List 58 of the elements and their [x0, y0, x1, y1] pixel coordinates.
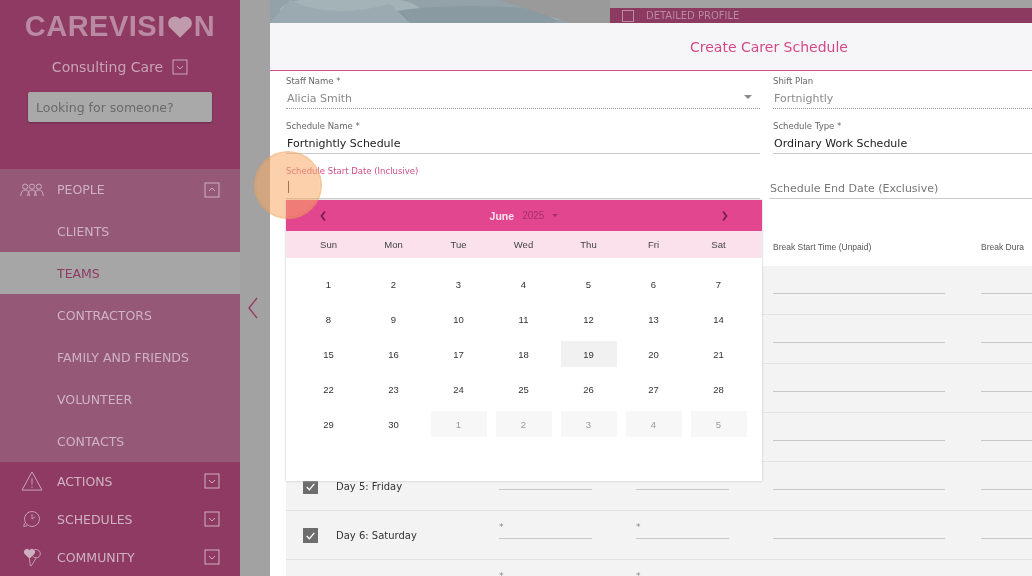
weekday-label: Thu: [580, 239, 597, 250]
weekday-label: Tue: [450, 239, 467, 250]
calendar-day[interactable]: 2: [365, 271, 422, 297]
calendar-day[interactable]: 6: [625, 271, 682, 297]
field-label: Staff Name *: [286, 76, 342, 87]
calendar-day[interactable]: 14: [690, 306, 747, 332]
calendar-day[interactable]: 16: [365, 341, 422, 367]
nav-section[interactable]: ACTIONS: [57, 473, 113, 489]
weekday-label: Mon: [384, 239, 403, 250]
day-label: Day 6: Saturday: [336, 529, 417, 541]
calendar-day[interactable]: 15: [300, 341, 357, 367]
calendar-day[interactable]: 17: [430, 341, 487, 367]
calendar-day[interactable]: 5: [560, 271, 617, 297]
field-label: Shift Plan: [773, 76, 815, 87]
calendar-day[interactable]: 8: [300, 306, 357, 332]
field-label: Schedule Name *: [286, 121, 361, 132]
calendar-day[interactable]: 28: [690, 376, 747, 402]
column-header: Break Start Time (Unpaid): [773, 242, 873, 252]
calendar-day[interactable]: 11: [495, 306, 552, 332]
weekday-label: Fri: [647, 239, 660, 250]
calendar-day[interactable]: 29: [300, 411, 357, 437]
day-label: Day 5: Friday: [336, 480, 403, 492]
text-field[interactable]: Ordinary Work Schedule: [773, 135, 1032, 154]
calendar-day[interactable]: 4: [495, 271, 552, 297]
logo: CAREVISI N: [24, 10, 216, 43]
nav-section[interactable]: SCHEDULES: [57, 511, 133, 527]
required-mark: *: [499, 571, 504, 576]
weekday-label: Wed: [513, 239, 534, 250]
column-header: Break Dura: [981, 242, 1025, 252]
calendar-day[interactable]: 21: [690, 341, 747, 367]
required-mark: *: [636, 522, 641, 532]
calendar-day[interactable]: 10: [430, 306, 487, 332]
required-mark: *: [636, 571, 641, 576]
calendar-day[interactable]: 13: [625, 306, 682, 332]
calendar-day[interactable]: 7: [690, 271, 747, 297]
field-label: Schedule Type *: [773, 121, 843, 132]
calendar-day[interactable]: 24: [430, 376, 487, 402]
calendar-day[interactable]: 26: [560, 376, 617, 402]
calendar-day[interactable]: 23: [365, 376, 422, 402]
calendar-day[interactable]: 19: [560, 341, 617, 367]
text-field[interactable]: Fortnightly Schedule: [286, 135, 760, 154]
weekday-label: Sun: [320, 239, 337, 250]
calendar-day[interactable]: 22: [300, 376, 357, 402]
calendar-day[interactable]: 30: [365, 411, 422, 437]
calendar-day[interactable]: 25: [495, 376, 552, 402]
calendar-day[interactable]: 12: [560, 306, 617, 332]
calendar-day[interactable]: 3: [430, 271, 487, 297]
nav-section[interactable]: COMMUNITY: [57, 549, 135, 565]
calendar-day[interactable]: 1: [300, 271, 357, 297]
calendar-day[interactable]: 20: [625, 341, 682, 367]
calendar-day[interactable]: 9: [365, 306, 422, 332]
date-field[interactable]: Schedule End Date (Exclusive): [769, 180, 1032, 199]
weekday-label: Sat: [711, 239, 726, 250]
search-field[interactable]: Looking for someone?: [28, 92, 212, 122]
dialog-title: Create Carer Schedule: [690, 38, 848, 55]
calendar-day[interactable]: 27: [625, 376, 682, 402]
calendar-day[interactable]: 18: [495, 341, 552, 367]
required-mark: *: [499, 522, 504, 532]
